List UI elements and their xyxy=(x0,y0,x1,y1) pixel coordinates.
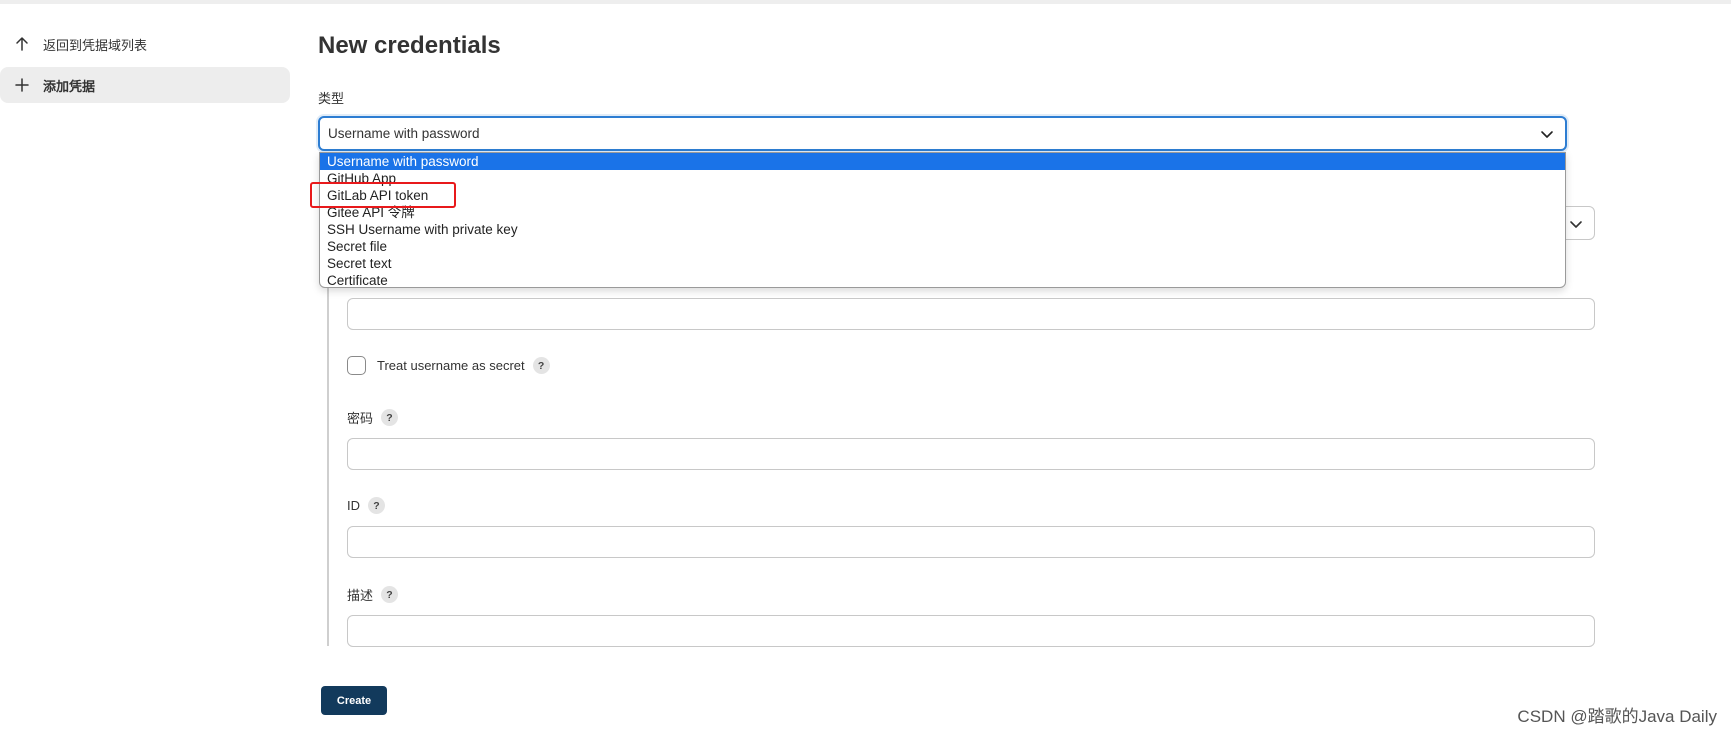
credential-type-value: Username with password xyxy=(328,126,480,141)
id-label-row: ID ? xyxy=(347,497,385,514)
password-label: 密码 xyxy=(347,411,374,426)
chevron-down-icon xyxy=(1570,221,1582,228)
treat-username-secret-row: Treat username as secret ? xyxy=(347,356,550,375)
password-label-row: 密码 ? xyxy=(347,408,399,427)
sidebar-item-add-credentials[interactable]: 添加凭据 xyxy=(0,67,290,103)
dropdown-option-gitlab-api-token[interactable]: GitLab API token xyxy=(320,187,1565,204)
nested-section-rule xyxy=(327,248,329,646)
create-button[interactable]: Create xyxy=(321,686,387,715)
dropdown-option-username-password[interactable]: Username with password xyxy=(320,153,1565,170)
id-label: ID xyxy=(347,498,360,513)
credential-type-select[interactable]: Username with password xyxy=(318,116,1567,151)
credential-type-dropdown: Username with password GitHub App GitLab… xyxy=(319,152,1566,288)
treat-username-secret-label: Treat username as secret xyxy=(377,358,525,373)
main-content: New credentials 类型 Treat username as sec… xyxy=(318,0,1598,732)
description-label-row: 描述 ? xyxy=(347,585,399,604)
dropdown-option-ssh-private-key[interactable]: SSH Username with private key xyxy=(320,221,1565,238)
sidebar-item-back-to-domains[interactable]: 返回到凭据域列表 xyxy=(0,26,290,62)
help-icon[interactable]: ? xyxy=(381,409,399,426)
help-icon[interactable]: ? xyxy=(532,357,550,374)
description-field[interactable] xyxy=(347,615,1595,647)
dropdown-option-gitee-api-token[interactable]: Gitee API 令牌 xyxy=(320,204,1565,221)
description-label: 描述 xyxy=(347,588,374,603)
help-icon[interactable]: ? xyxy=(368,497,385,514)
dropdown-option-certificate[interactable]: Certificate xyxy=(320,272,1565,287)
dropdown-option-github-app[interactable]: GitHub App xyxy=(320,170,1565,187)
page-title: New credentials xyxy=(318,32,501,59)
help-icon[interactable]: ? xyxy=(381,586,399,603)
sidebar-item-label: 添加凭据 xyxy=(43,78,96,94)
watermark: CSDN @踏歌的Java Daily xyxy=(1517,707,1717,726)
treat-username-secret-checkbox[interactable] xyxy=(347,356,366,375)
sidebar: 返回到凭据域列表 添加凭据 xyxy=(0,26,290,103)
username-field[interactable] xyxy=(347,298,1595,330)
id-field[interactable] xyxy=(347,526,1595,558)
chevron-down-icon xyxy=(1541,131,1553,138)
sidebar-item-label: 返回到凭据域列表 xyxy=(43,37,148,53)
password-field[interactable] xyxy=(347,438,1595,470)
dropdown-option-secret-file[interactable]: Secret file xyxy=(320,238,1565,255)
arrow-up-icon xyxy=(14,36,30,52)
plus-icon xyxy=(14,77,30,93)
dropdown-option-secret-text[interactable]: Secret text xyxy=(320,255,1565,272)
type-label: 类型 xyxy=(318,91,345,106)
